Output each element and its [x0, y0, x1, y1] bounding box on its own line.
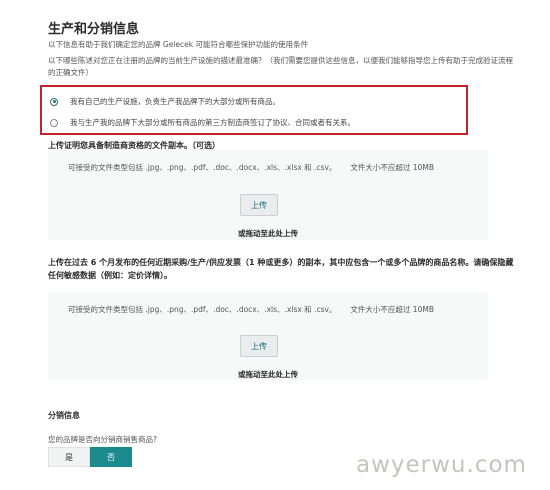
watermark-logo: awyerwu.com	[356, 452, 527, 478]
radio-selected-icon[interactable]	[50, 97, 58, 106]
radio-unselected-icon[interactable]	[50, 118, 58, 127]
file-size-text: 文件大小不应超过 10MB	[350, 305, 434, 314]
production-distribution-form: 生产和分销信息 以下信息有助于我们确定您的品牌 Gelecek 可能符合哪些保护…	[0, 0, 550, 490]
invoice-dropzone[interactable]: 可接受的文件类型包括 .jpg、.png、.pdf、.doc、.docx、.xl…	[48, 292, 488, 380]
file-type-text: 可接受的文件类型包括 .jpg、.png、.pdf、.doc、.docx、.xl…	[68, 305, 337, 314]
file-size-text: 文件大小不应超过 10MB	[350, 163, 434, 172]
option-third-party[interactable]: 我与生产我的品牌下大部分或所有商品的第三方制造商签订了协议、合同或者有关系。	[50, 117, 355, 128]
upload-button[interactable]: 上传	[240, 194, 278, 216]
file-type-hint: 可接受的文件类型包括 .jpg、.png、.pdf、.doc、.docx、.xl…	[68, 304, 434, 315]
page-title: 生产和分销信息	[48, 22, 140, 37]
page-subtitle: 以下信息有助于我们确定您的品牌 Gelecek 可能符合哪些保护功能的使用条件	[48, 40, 308, 49]
upload-invoice-label: 上传在过去 6 个月发布的任何近期采购/生产/供应发票（1 种或更多）的副本，其…	[48, 258, 514, 280]
option-third-party-label: 我与生产我的品牌下大部分或所有商品的第三方制造商签订了协议、合同或者有关系。	[70, 118, 355, 127]
drag-upload-text: 或拖动至此处上传	[238, 229, 298, 238]
toggle-yes-button[interactable]: 是	[48, 447, 90, 467]
toggle-no-button[interactable]: 否	[90, 447, 132, 467]
option-own-facility[interactable]: 我有自己的生产设施，负责生产我品牌下的大部分或所有商品。	[50, 96, 280, 107]
option-own-facility-label: 我有自己的生产设施，负责生产我品牌下的大部分或所有商品。	[70, 97, 280, 106]
production-question: 以下哪些陈述对您正在注册的品牌的当前生产设施的描述最准确？（我们需要您提供这些信…	[48, 56, 513, 77]
file-type-hint: 可接受的文件类型包括 .jpg、.png、.pdf、.doc、.docx、.xl…	[68, 162, 434, 173]
distribution-title: 分销信息	[48, 411, 80, 420]
drag-upload-text: 或拖动至此处上传	[238, 370, 298, 379]
distribution-toggle: 是 否	[48, 447, 132, 467]
production-options-highlight: 我有自己的生产设施，负责生产我品牌下的大部分或所有商品。 我与生产我的品牌下大部…	[40, 85, 468, 135]
file-type-text: 可接受的文件类型包括 .jpg、.png、.pdf、.doc、.docx、.xl…	[68, 163, 337, 172]
distribution-question: 您的品牌是否向分销商销售商品?	[48, 435, 157, 444]
manufacturer-dropzone[interactable]: 可接受的文件类型包括 .jpg、.png、.pdf、.doc、.docx、.xl…	[48, 150, 488, 240]
upload-button[interactable]: 上传	[240, 335, 278, 357]
